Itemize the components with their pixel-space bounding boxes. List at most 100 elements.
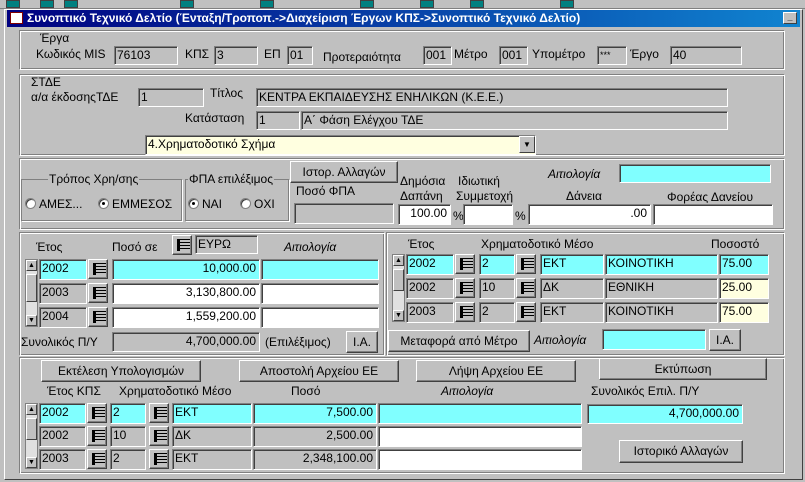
bottom-row-code-list-icon[interactable] bbox=[149, 449, 169, 469]
sources-row-pct[interactable]: 25.00 bbox=[719, 278, 769, 299]
bottom-row-year[interactable]: 2002 bbox=[39, 403, 86, 424]
bottom-row-code[interactable]: 2 bbox=[110, 403, 146, 424]
sources-row-abbr[interactable]: ΕΚΤ bbox=[540, 254, 604, 275]
receive-ee-file-button[interactable]: Λήψη Αρχείου ΕΕ bbox=[416, 360, 576, 382]
years-row-aitiologia[interactable] bbox=[261, 307, 379, 328]
sources-row-code[interactable]: 10 bbox=[479, 278, 515, 299]
chevron-down-icon[interactable]: ▼ bbox=[519, 136, 535, 153]
sources-aitiologia-field[interactable] bbox=[602, 329, 706, 350]
bottom-row-code[interactable]: 10 bbox=[110, 426, 146, 447]
toolbar-button[interactable] bbox=[260, 0, 274, 8]
ep-field[interactable]: 01 bbox=[287, 46, 313, 65]
bottom-row-amount[interactable]: 2,500.00 bbox=[253, 426, 377, 447]
bottom-row-code-list-icon[interactable] bbox=[149, 426, 169, 446]
scroll-up-icon[interactable]: ▲ bbox=[393, 255, 404, 266]
years-ia-button[interactable]: Ι.Α. bbox=[346, 331, 378, 353]
bottom-row-aitiologia[interactable] bbox=[378, 449, 582, 470]
years-row-amount[interactable]: 10,000.00 bbox=[112, 259, 260, 280]
scroll-down-icon[interactable]: ▼ bbox=[26, 457, 37, 468]
currency-list-icon[interactable] bbox=[172, 235, 192, 255]
radio-ames[interactable]: ΑΜΕΣ... bbox=[25, 197, 82, 211]
radio-oxi-indicator[interactable] bbox=[240, 198, 251, 209]
priority-field[interactable]: 001 bbox=[423, 46, 452, 65]
dimosia-pct-field[interactable]: 100.00 bbox=[398, 204, 451, 225]
bottom-row-aitiologia[interactable] bbox=[378, 426, 582, 447]
sources-row-code-list-icon[interactable] bbox=[516, 254, 536, 274]
radio-nai[interactable]: ΝΑΙ bbox=[188, 197, 222, 211]
stde-status-text[interactable]: Α΄ Φάση Ελέγχου ΤΔΕ bbox=[301, 111, 728, 130]
radio-emmesos[interactable]: ΕΜΜΕΣΟΣ bbox=[98, 197, 172, 211]
sources-row-year[interactable]: 2002 bbox=[406, 254, 454, 275]
bottom-row-amount[interactable]: 2,348,100.00 bbox=[253, 449, 377, 470]
toolbar-button[interactable] bbox=[420, 0, 434, 8]
finance-aitiologia-field[interactable] bbox=[619, 164, 771, 183]
minimize-button[interactable]: _ bbox=[783, 12, 797, 24]
calc-button[interactable]: Εκτέλεση Υπολογισμών bbox=[41, 360, 201, 382]
years-row-year[interactable]: 2004 bbox=[39, 307, 87, 328]
years-row-year[interactable]: 2003 bbox=[39, 283, 87, 304]
sources-scrollbar[interactable]: ▲ ▼ bbox=[392, 254, 405, 322]
years-row-aitiologia[interactable] bbox=[261, 283, 379, 304]
scroll-down-icon[interactable]: ▼ bbox=[393, 310, 404, 321]
toolbar-button[interactable] bbox=[64, 0, 78, 8]
sources-row-code[interactable]: 2 bbox=[479, 302, 515, 323]
toolbar-button[interactable] bbox=[360, 0, 374, 8]
sources-ia-button[interactable]: Ι.Α. bbox=[709, 329, 741, 351]
years-total-field[interactable]: 4,700,000.00 bbox=[112, 332, 260, 352]
years-scrollbar[interactable]: ▲ ▼ bbox=[25, 259, 38, 327]
bottom-row-year[interactable]: 2002 bbox=[39, 426, 86, 447]
sources-row-year[interactable]: 2003 bbox=[406, 302, 454, 323]
bottom-row-year[interactable]: 2003 bbox=[39, 449, 86, 470]
istor-changes-button[interactable]: Ιστορ. Αλλαγών bbox=[290, 161, 398, 183]
sources-row-list-icon[interactable] bbox=[455, 302, 475, 322]
metro-field[interactable]: 001 bbox=[499, 46, 528, 65]
stde-status-code[interactable]: 1 bbox=[256, 111, 300, 130]
scroll-thumb[interactable] bbox=[26, 418, 37, 440]
sources-row-abbr[interactable]: ΔΚ bbox=[540, 278, 604, 299]
radio-emmesos-indicator[interactable] bbox=[98, 198, 109, 209]
bottom-row-code[interactable]: 2 bbox=[110, 449, 146, 470]
toolbar-button[interactable] bbox=[6, 0, 20, 8]
scroll-down-icon[interactable]: ▼ bbox=[26, 315, 37, 326]
bottom-row-aitiologia[interactable] bbox=[378, 403, 582, 424]
stde-aa-field[interactable]: 1 bbox=[138, 88, 204, 107]
sources-row-pct[interactable]: 75.00 bbox=[719, 254, 769, 275]
ergo-field[interactable]: 40 bbox=[670, 46, 742, 65]
transfer-from-metro-button[interactable]: Μεταφορά από Μέτρο bbox=[388, 330, 530, 352]
sources-row-code-list-icon[interactable] bbox=[516, 278, 536, 298]
send-ee-file-button[interactable]: Αποστολή Αρχείου ΕΕ bbox=[239, 360, 399, 382]
scroll-thumb[interactable] bbox=[26, 274, 37, 302]
years-row-amount[interactable]: 1,559,200.00 bbox=[112, 307, 260, 328]
sources-row-list-icon[interactable] bbox=[455, 254, 475, 274]
sources-row-code[interactable]: 2 bbox=[479, 254, 515, 275]
sources-row-pct[interactable]: 75.00 bbox=[719, 302, 769, 323]
bottom-row-list-icon[interactable] bbox=[87, 403, 107, 423]
scroll-thumb[interactable] bbox=[393, 269, 404, 291]
toolbar-button[interactable] bbox=[560, 0, 574, 8]
sources-row-name[interactable]: ΚΟΙΝΟΤΙΚΗ bbox=[605, 254, 718, 275]
years-row-aitiologia[interactable] bbox=[261, 259, 379, 280]
foreas-daneiou-field[interactable] bbox=[653, 204, 773, 225]
sources-row-year[interactable]: 2002 bbox=[406, 278, 454, 299]
bottom-total-field[interactable]: 4,700,000.00 bbox=[587, 404, 743, 424]
bottom-row-amount[interactable]: 7,500.00 bbox=[253, 403, 377, 424]
stde-section-select[interactable]: 4.Χρηματοδοτικό Σχήμα ▼ bbox=[145, 135, 536, 155]
daneia-field[interactable]: .00 bbox=[528, 204, 651, 225]
mis-field[interactable]: 76103 bbox=[114, 46, 178, 65]
sources-row-code-list-icon[interactable] bbox=[516, 302, 536, 322]
scroll-up-icon[interactable]: ▲ bbox=[26, 404, 37, 415]
idiotiki-pct-field[interactable] bbox=[463, 204, 513, 225]
scroll-up-icon[interactable]: ▲ bbox=[26, 260, 37, 271]
history-button[interactable]: Ιστορικό Αλλαγών bbox=[619, 440, 743, 463]
bottom-row-abbr[interactable]: ΔΚ bbox=[172, 426, 252, 447]
sources-row-name[interactable]: ΕΘΝΙΚΗ bbox=[605, 278, 718, 299]
bottom-row-abbr[interactable]: ΕΚΤ bbox=[172, 403, 252, 424]
radio-ames-indicator[interactable] bbox=[25, 198, 36, 209]
sources-row-abbr[interactable]: ΕΚΤ bbox=[540, 302, 604, 323]
stde-title-field[interactable]: ΚΕΝΤΡΑ ΕΚΠΑΙΔΕΥΣΗΣ ΕΝΗΛΙΚΩΝ (Κ.Ε.Ε.) bbox=[256, 88, 728, 107]
bottom-row-abbr[interactable]: ΕΚΤ bbox=[172, 449, 252, 470]
years-row-list-icon[interactable] bbox=[88, 307, 108, 327]
toolbar-button[interactable] bbox=[470, 0, 484, 8]
poso-fpa-field[interactable] bbox=[294, 203, 394, 224]
sources-row-name[interactable]: ΚΟΙΝΟΤΙΚΗ bbox=[605, 302, 718, 323]
